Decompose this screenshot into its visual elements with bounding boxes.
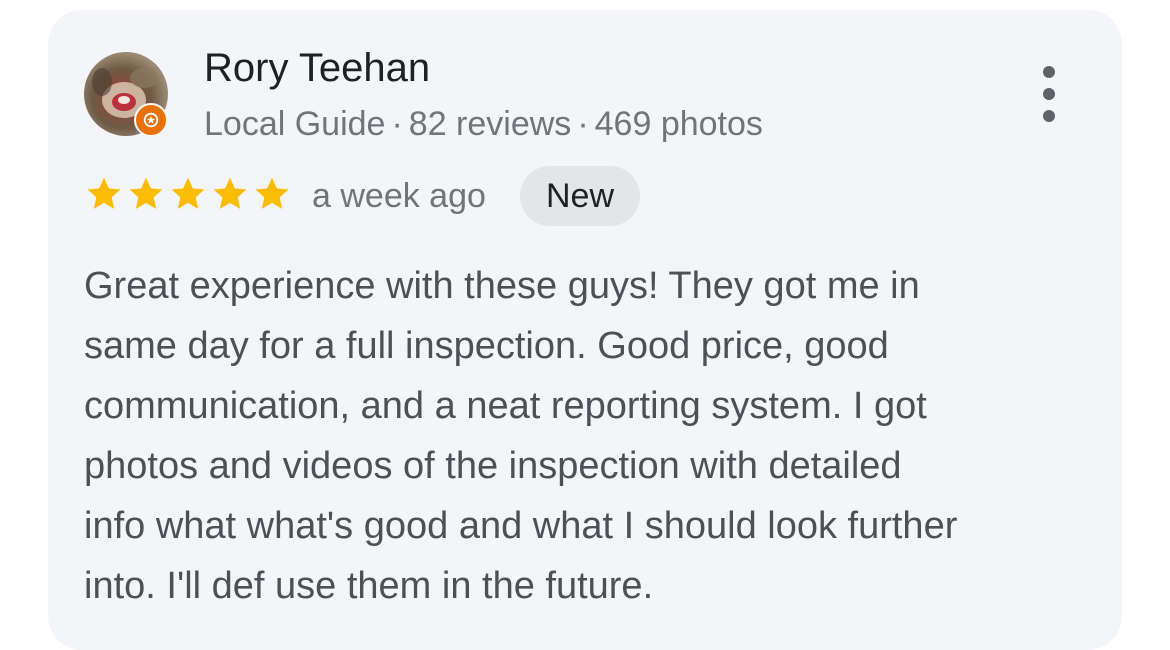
review-text: Great experience with these guys! They g… (84, 256, 1094, 616)
review-text-line: communication, and a neat reporting syst… (84, 385, 927, 427)
review-text-line: same day for a full inspection. Good pri… (84, 325, 889, 367)
separator: · (391, 105, 403, 143)
separator: · (577, 105, 589, 143)
review-text-line: Great experience with these guys! They g… (84, 265, 920, 307)
more-dot (1043, 66, 1055, 78)
local-guide-label: Local Guide (204, 105, 386, 143)
star-icon (129, 177, 163, 209)
reviewer-meta: Local Guide · 82 reviews · 469 photos (204, 102, 763, 146)
star-icon (171, 177, 205, 209)
more-dot (1043, 88, 1055, 100)
review-card: Rory Teehan Local Guide · 82 reviews · 469 p… (48, 10, 1122, 650)
star-icon (87, 177, 121, 209)
reviews-count: 82 reviews (408, 105, 572, 143)
local-guide-star-icon (134, 103, 168, 137)
more-dot (1043, 110, 1055, 122)
photos-count: 469 photos (594, 105, 763, 143)
review-text-line: info what what's good and what I should … (84, 505, 958, 547)
reviewer-name[interactable]: Rory Teehan (204, 44, 430, 92)
new-badge: New (520, 166, 641, 226)
star-rating (84, 174, 292, 214)
star-icon (255, 177, 289, 209)
star-icon (213, 177, 247, 209)
review-text-line: photos and videos of the inspection with… (84, 445, 902, 487)
review-date: a week ago (312, 177, 486, 215)
review-text-line: into. I'll def use them in the future. (84, 565, 654, 607)
more-vert-icon[interactable] (1034, 66, 1064, 122)
